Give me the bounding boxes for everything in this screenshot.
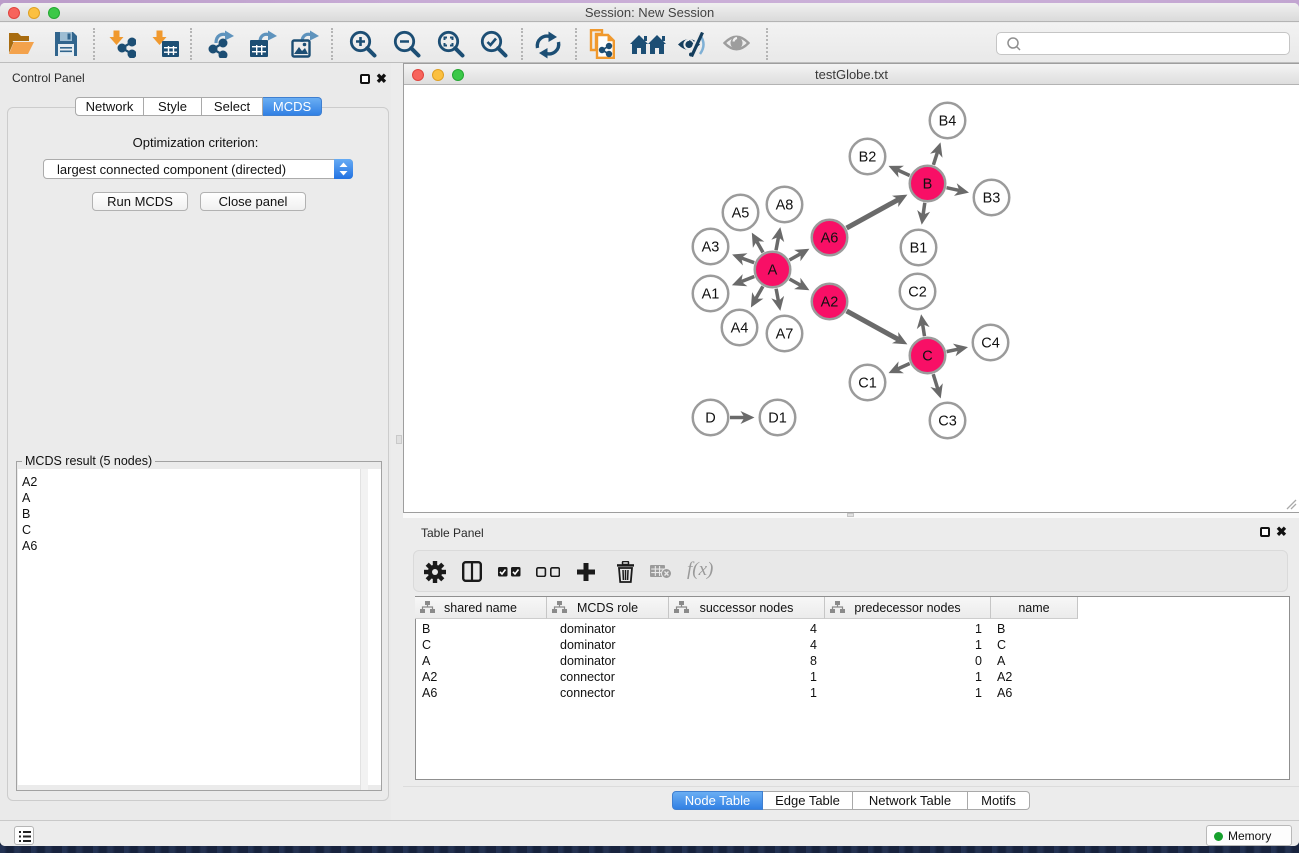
svg-text:C3: C3	[938, 414, 957, 430]
svg-text:C2: C2	[908, 285, 927, 301]
svg-text:A5: A5	[731, 206, 749, 222]
svg-text:A7: A7	[775, 327, 793, 343]
svg-text:A3: A3	[701, 240, 719, 256]
svg-text:D1: D1	[768, 411, 787, 427]
svg-text:B: B	[922, 177, 932, 193]
svg-text:B4: B4	[938, 114, 956, 130]
svg-text:C: C	[922, 349, 932, 365]
svg-text:B2: B2	[858, 150, 876, 166]
svg-text:A6: A6	[820, 231, 838, 247]
svg-text:A2: A2	[820, 295, 838, 311]
svg-text:C1: C1	[858, 376, 877, 392]
svg-text:C4: C4	[981, 336, 1000, 352]
svg-text:B3: B3	[982, 191, 1000, 207]
svg-text:A8: A8	[775, 198, 793, 214]
svg-text:A4: A4	[730, 321, 748, 337]
svg-text:B1: B1	[909, 241, 927, 257]
svg-text:A: A	[767, 263, 777, 279]
svg-text:D: D	[705, 411, 715, 427]
svg-text:A1: A1	[701, 287, 719, 303]
